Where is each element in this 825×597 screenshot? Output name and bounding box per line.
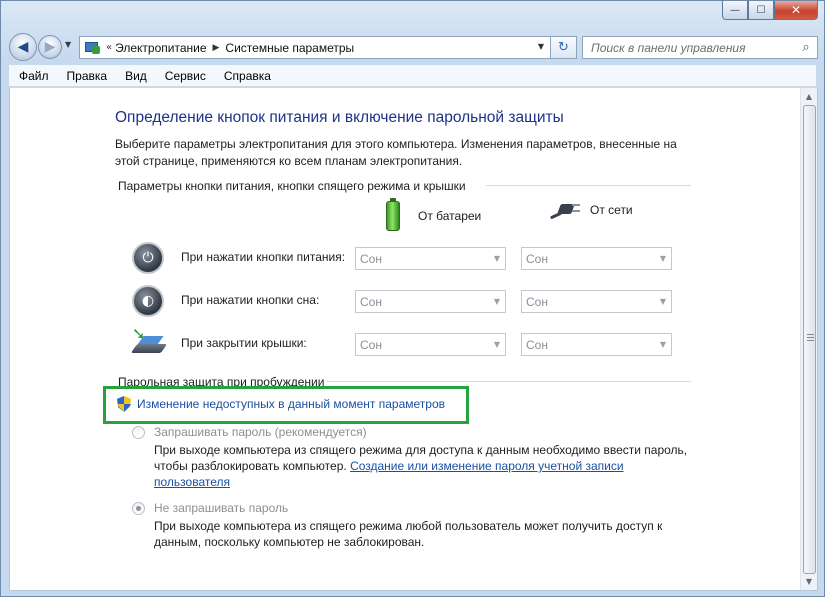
search-box: ⌕ [582,36,818,59]
change-settings-link-text[interactable]: Изменение недоступных в данный момент па… [137,397,445,411]
back-button[interactable]: ◀ [9,33,37,61]
minimize-button[interactable]: — [722,1,748,20]
battery-column-header: От батареи [386,198,482,231]
menu-view[interactable]: Вид [115,69,155,83]
uac-shield-icon [117,396,131,412]
power-button-plugged-select[interactable]: Сон ▼ [521,247,672,270]
address-dropdown-icon[interactable]: ▼ [538,42,544,51]
power-button-icon: ⏻ [132,242,164,274]
selected-value: Сон [360,337,382,352]
require-password-description: При выходе компьютера из спящего режима … [154,442,694,490]
chevron-down-icon: ▼ [493,297,500,306]
scrollbar-thumb[interactable] [803,105,816,574]
buttons-group-header: Параметры кнопки питания, кнопки спящего… [118,179,466,193]
power-button-label: При нажатии кнопки питания: [181,250,346,264]
close-button[interactable]: ✕ [774,1,818,20]
menu-file[interactable]: Файл [9,69,57,83]
require-password-radio[interactable] [132,426,145,439]
search-icon[interactable]: ⌕ [795,40,817,55]
group-divider [327,381,691,382]
vertical-scrollbar[interactable]: ▲ ▼ [800,88,817,590]
chevron-down-icon: ▼ [659,254,666,263]
page-description: Выберите параметры электропитания для эт… [115,137,677,168]
selected-value: Сон [526,294,548,309]
maximize-button[interactable]: ☐ [748,1,774,20]
power-options-icon [84,40,102,56]
chevron-down-icon: ▼ [493,254,500,263]
lid-close-battery-select[interactable]: Сон ▼ [355,333,506,356]
plugged-column-label: От сети [590,203,633,217]
lid-close-label: При закрытии крышки: [181,336,307,350]
sleep-button-battery-select[interactable]: Сон ▼ [355,290,506,313]
no-password-label: Не запрашивать пароль [154,501,289,515]
control-panel-window: — ☐ ✕ ◀ ▶ ▼ « Электропитание ▶ Системные… [0,0,825,597]
selected-value: Сон [526,251,548,266]
search-input[interactable] [583,37,795,58]
refresh-button[interactable]: ↻ [551,36,577,59]
selected-value: Сон [526,337,548,352]
breadcrumb-system-settings[interactable]: Системные параметры [225,41,354,55]
page-title: Определение кнопок питания и включение п… [115,109,564,126]
group-divider [486,185,691,186]
address-overflow-chevron[interactable]: « [106,42,112,53]
scroll-up-icon[interactable]: ▲ [801,88,817,105]
sleep-button-plugged-select[interactable]: Сон ▼ [521,290,672,313]
plugged-column-header: От сети [549,201,633,220]
menu-bar: Файл Правка Вид Сервис Справка [9,65,816,87]
battery-icon [386,198,400,231]
address-bar[interactable]: « Электропитание ▶ Системные параметры ▼ [79,36,551,59]
breadcrumb-power-options[interactable]: Электропитание [115,41,206,55]
no-password-radio[interactable] [132,502,145,515]
change-settings-link[interactable]: Изменение недоступных в данный момент па… [117,396,445,412]
require-password-label: Запрашивать пароль (рекомендуется) [154,425,367,439]
scroll-down-icon[interactable]: ▼ [801,573,817,590]
sleep-button-label: При нажатии кнопки сна: [181,293,320,307]
navigation-bar: ◀ ▶ ▼ « Электропитание ▶ Системные парам… [9,33,818,61]
chevron-down-icon: ▼ [493,340,500,349]
sleep-button-icon: ◐ [132,285,164,317]
power-button-battery-select[interactable]: Сон ▼ [355,247,506,270]
battery-column-label: От батареи [418,209,482,223]
forward-button[interactable]: ▶ [38,35,62,59]
power-plug-icon [549,201,580,220]
selected-value: Сон [360,294,382,309]
menu-help[interactable]: Справка [214,69,279,83]
content-pane: Определение кнопок питания и включение п… [9,88,818,591]
chevron-down-icon: ▼ [659,297,666,306]
menu-edit[interactable]: Правка [57,69,116,83]
lid-close-plugged-select[interactable]: Сон ▼ [521,333,672,356]
breadcrumb-separator-icon[interactable]: ▶ [213,43,220,53]
menu-tools[interactable]: Сервис [155,69,214,83]
chevron-down-icon: ▼ [659,340,666,349]
laptop-lid-icon: ➘ [130,324,168,360]
caption-buttons: — ☐ ✕ [722,1,818,20]
recent-pages-dropdown[interactable]: ▼ [65,40,71,49]
no-password-description: При выходе компьютера из спящего режима … [154,519,663,549]
selected-value: Сон [360,251,382,266]
